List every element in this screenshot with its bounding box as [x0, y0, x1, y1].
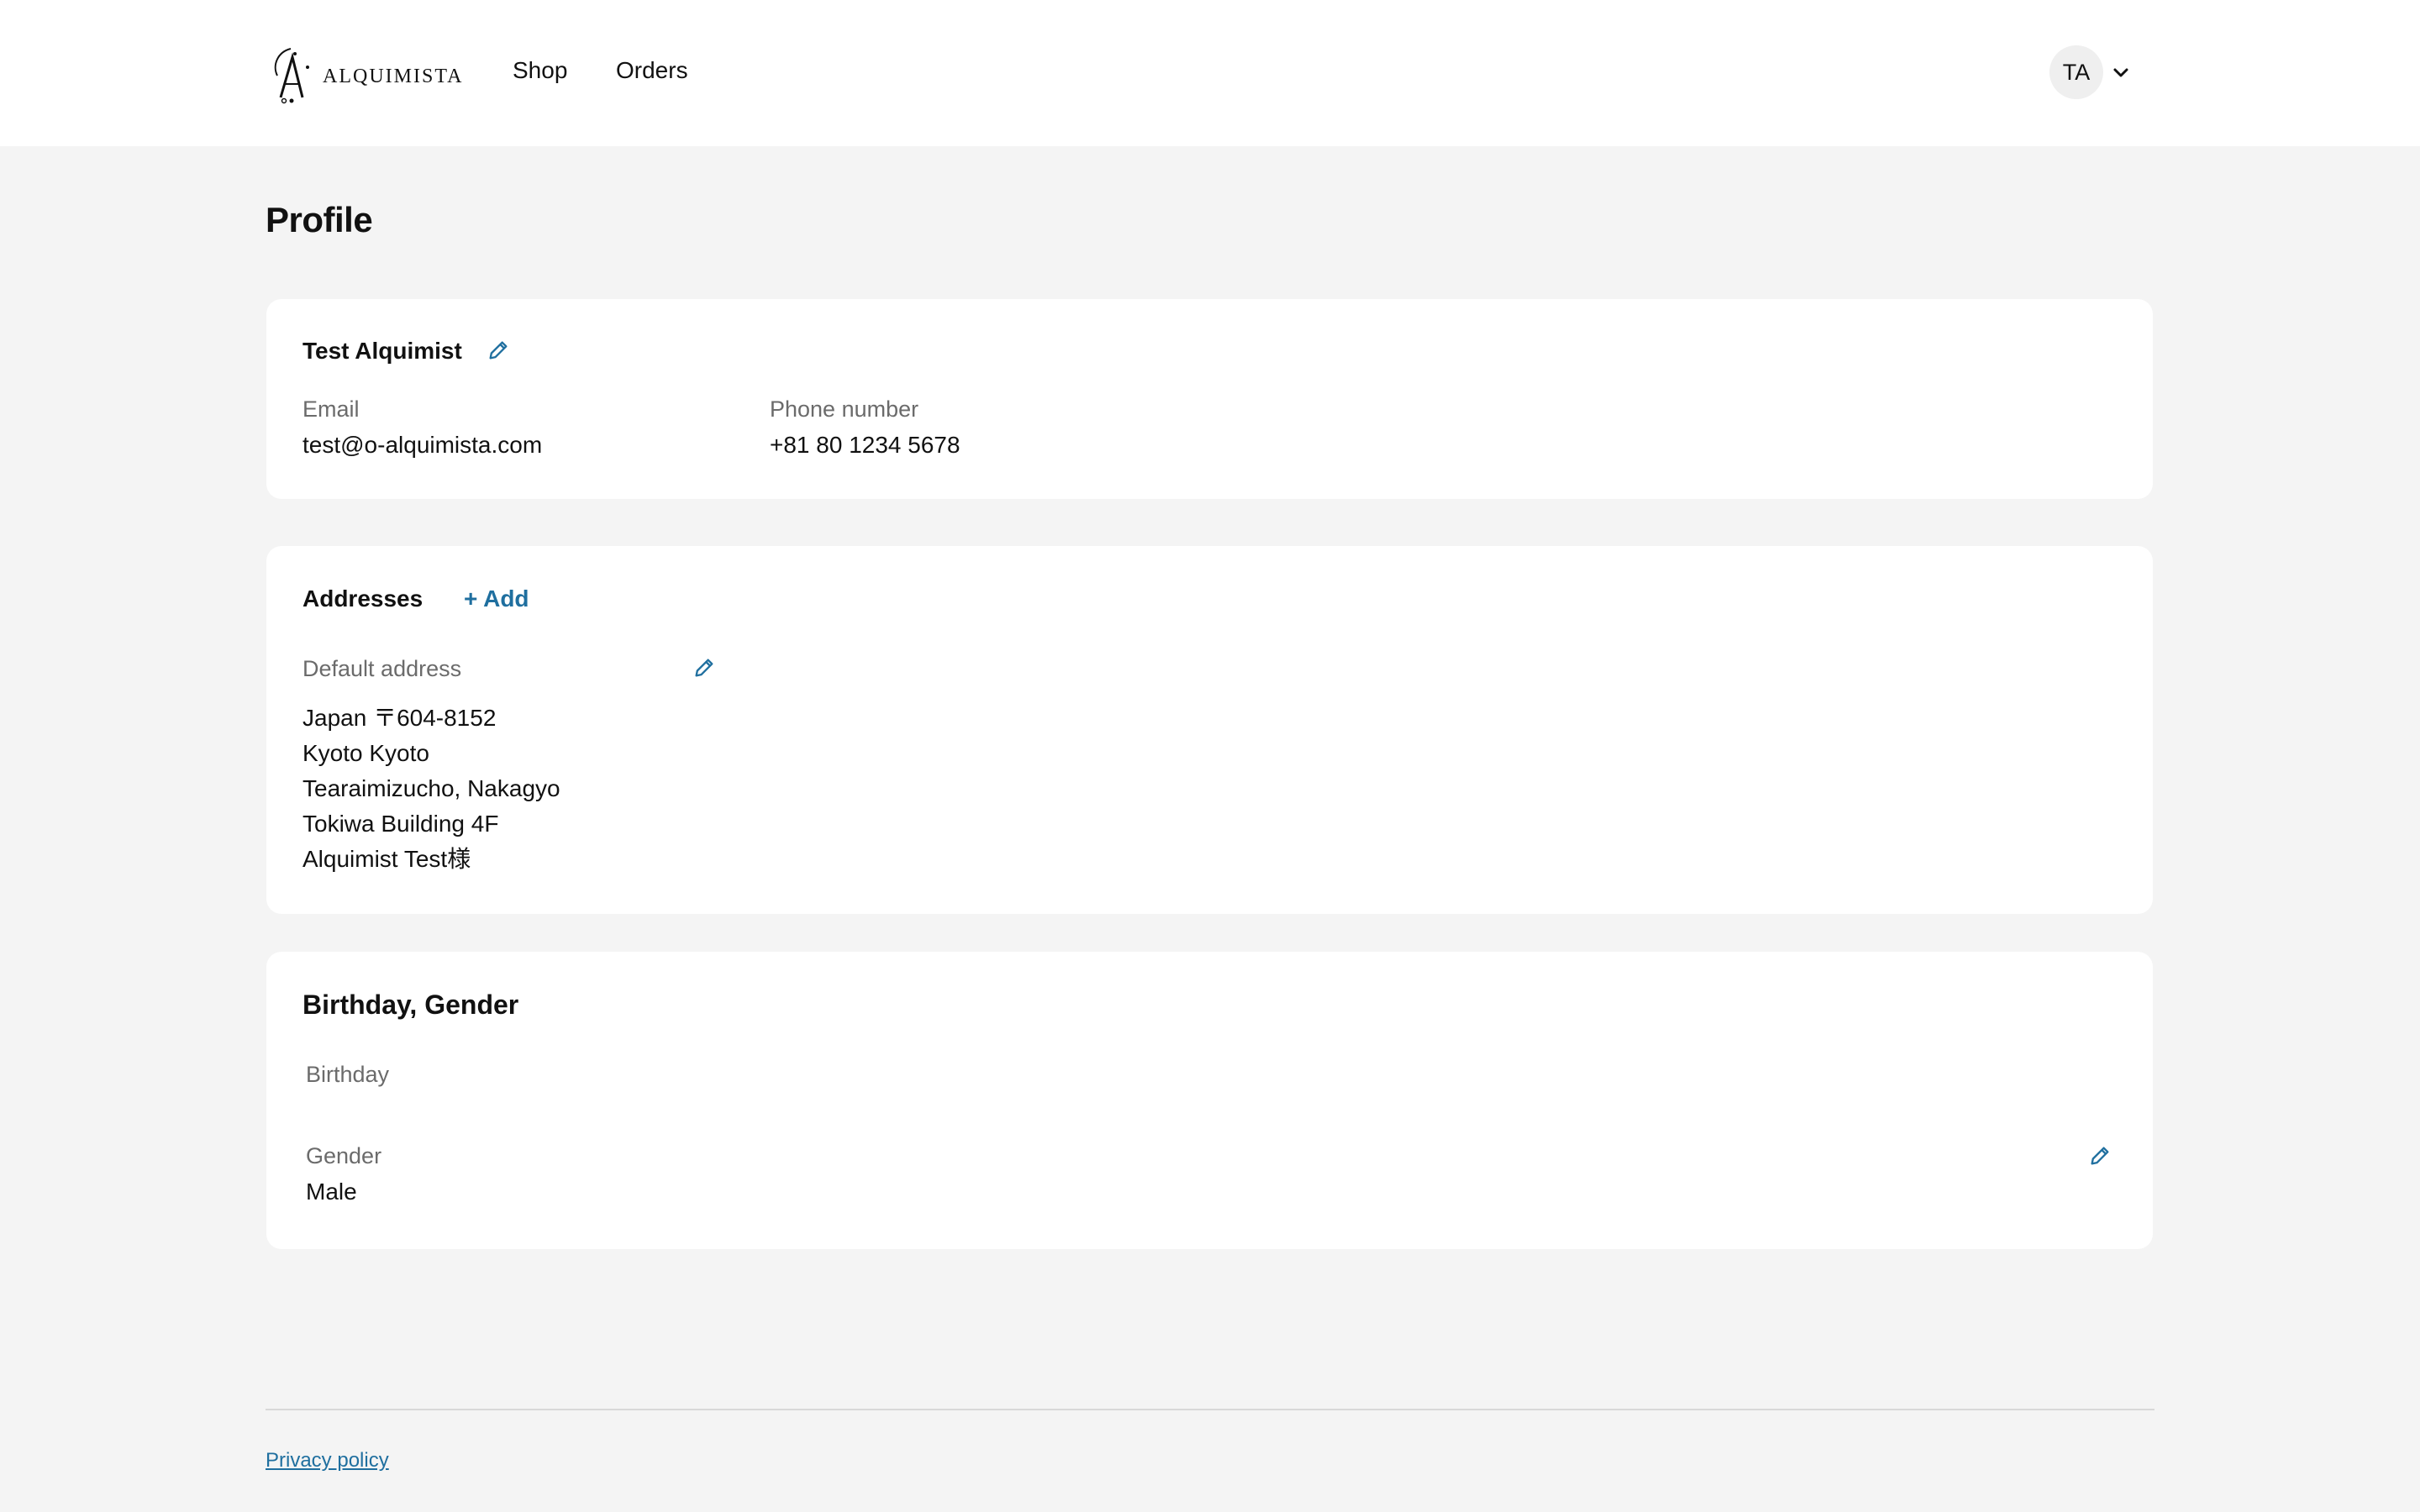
birthday-label: Birthday	[306, 1062, 390, 1087]
edit-birthday-gender-pencil-icon[interactable]	[2088, 1144, 2112, 1168]
top-header: ALQUIMISTA Shop Orders TA	[0, 0, 2420, 146]
privacy-policy-link[interactable]: Privacy policy	[266, 1449, 389, 1473]
nav-shop[interactable]: Shop	[513, 57, 567, 84]
phone-value: +81 80 1234 5678	[770, 432, 960, 458]
profile-card: Test Alquimist Email test@o-alquimista.c…	[266, 299, 2153, 499]
birthday-gender-card: Birthday, Gender Birthday Gender Male	[266, 952, 2153, 1249]
phone-label: Phone number	[770, 396, 919, 422]
profile-name: Test Alquimist	[302, 338, 462, 364]
edit-name-pencil-icon[interactable]	[487, 339, 510, 362]
default-address-block: Japan 〒604-8152 Kyoto Kyoto Tearaimizuch…	[302, 701, 560, 877]
address-line: Alquimist Test様	[302, 846, 471, 872]
default-address-label: Default address	[302, 656, 462, 681]
address-line: Japan 〒604-8152	[302, 705, 497, 731]
email-value: test@o-alquimista.com	[302, 432, 543, 458]
addresses-card: Addresses + Add Default address Japan 〒6…	[266, 546, 2153, 914]
chevron-down-icon[interactable]	[2111, 63, 2131, 83]
add-address-button[interactable]: + Add	[464, 585, 529, 612]
brand-wordmark: ALQUIMISTA	[323, 66, 464, 87]
footer-divider	[266, 1409, 2154, 1410]
user-avatar[interactable]: TA	[2049, 45, 2103, 99]
email-label: Email	[302, 396, 360, 422]
address-line: Kyoto Kyoto	[302, 740, 429, 766]
addresses-title: Addresses	[302, 585, 424, 612]
nav-orders[interactable]: Orders	[616, 57, 688, 84]
page-title: Profile	[266, 200, 373, 239]
brand-logo[interactable]: ALQUIMISTA	[269, 42, 461, 106]
address-line: Tearaimizucho, Nakagyo	[302, 775, 560, 801]
birthday-gender-title: Birthday, Gender	[302, 990, 519, 1020]
edit-address-pencil-icon[interactable]	[692, 656, 716, 680]
address-line: Tokiwa Building 4F	[302, 811, 499, 837]
alquimista-logo-icon	[274, 48, 309, 104]
gender-value: Male	[306, 1179, 357, 1205]
gender-label: Gender	[306, 1143, 382, 1168]
